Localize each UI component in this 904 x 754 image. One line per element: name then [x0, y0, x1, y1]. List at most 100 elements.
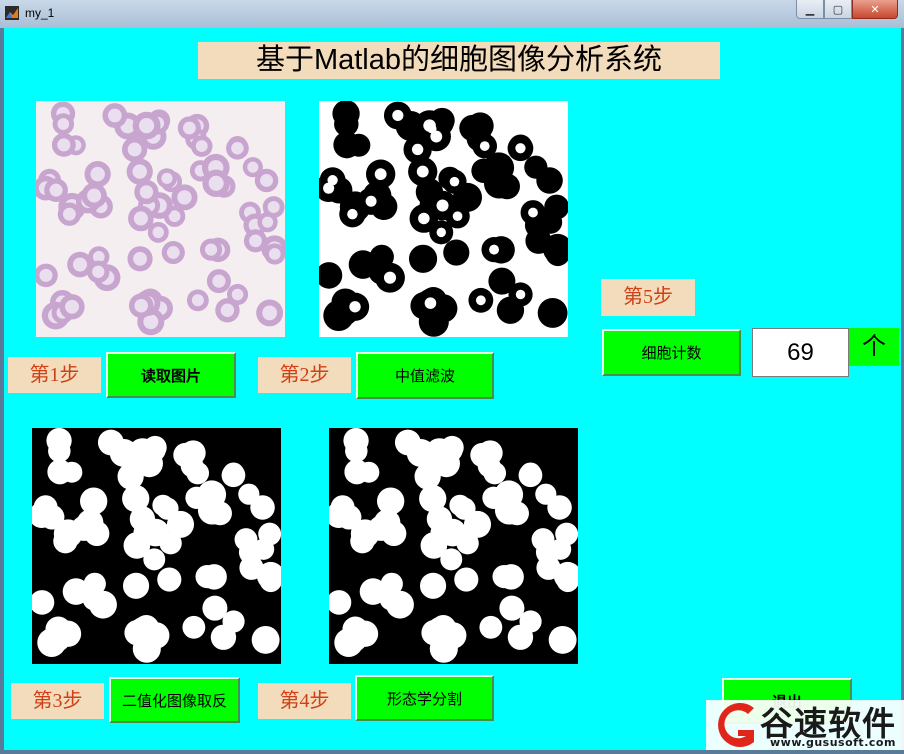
cell-center: [262, 305, 278, 321]
cell-center: [515, 143, 526, 154]
cell-shape: [157, 567, 182, 592]
cell-center: [267, 201, 280, 214]
maximize-button[interactable]: ▢: [824, 0, 852, 19]
step3-label: 第3步: [11, 683, 104, 719]
cell-center: [247, 161, 259, 173]
cell-shape: [48, 439, 71, 463]
cell-center: [161, 172, 173, 184]
cell-shape: [394, 429, 421, 456]
cell-shape: [122, 572, 150, 599]
cell-center: [183, 121, 196, 135]
count-unit-label: 个: [849, 328, 899, 366]
cell-shape: [494, 496, 524, 525]
cell-center: [349, 301, 361, 313]
invert-binary-button[interactable]: 二值化图像取反: [109, 677, 240, 723]
cell-shape: [82, 587, 106, 611]
cell-shape: [524, 155, 548, 179]
cell-shape: [182, 615, 206, 639]
cell-shape: [152, 494, 174, 516]
read-image-button[interactable]: 读取图片: [106, 352, 236, 398]
cell-shape: [379, 587, 403, 611]
cell-shape: [426, 506, 453, 532]
cell-center: [132, 164, 147, 179]
cell-shape: [195, 565, 219, 589]
cell-center: [62, 207, 76, 221]
cell-shape: [345, 439, 368, 463]
cell-center: [411, 143, 424, 156]
cell-center: [127, 142, 142, 157]
cell-shape: [251, 625, 280, 654]
cell-center: [133, 251, 147, 266]
close-button[interactable]: ✕: [852, 0, 898, 19]
cell-count-output: 69: [752, 328, 849, 377]
cell-center: [475, 295, 486, 306]
cell-shape: [32, 590, 55, 615]
cell-shape: [556, 569, 578, 593]
median-filter-button[interactable]: 中值滤波: [356, 352, 494, 399]
cell-center: [449, 176, 460, 187]
cell-shape: [525, 227, 552, 254]
cell-shape: [483, 168, 515, 199]
cell-center: [392, 109, 404, 122]
cell-shape: [438, 166, 462, 190]
cell-center: [212, 274, 226, 288]
morphology-segment-button[interactable]: 形态学分割: [355, 675, 494, 721]
cell-shape: [129, 506, 156, 532]
cell-shape: [39, 504, 65, 530]
cell-center: [57, 138, 71, 152]
cell-shape: [549, 538, 572, 560]
cell-shape: [210, 624, 237, 650]
cell-shape: [221, 463, 246, 488]
cell-center: [515, 289, 526, 300]
cell-center: [57, 118, 70, 130]
cell-center: [416, 165, 429, 178]
cell-shape: [197, 496, 227, 525]
cell-center: [249, 234, 262, 248]
cell-center: [49, 183, 63, 197]
cell-shape: [124, 619, 150, 646]
minimize-button[interactable]: ▁: [796, 0, 824, 19]
cell-shape: [536, 555, 561, 580]
cell-shape: [419, 572, 447, 599]
cell-shape: [496, 296, 525, 324]
cell-center: [383, 271, 397, 284]
cell-shape: [488, 267, 516, 295]
cell-center: [323, 182, 335, 194]
window-title: my_1: [25, 6, 55, 20]
filtered-image: [319, 101, 568, 337]
cell-shape: [408, 244, 438, 273]
window-titlebar[interactable]: my_1 ▁ ▢ ✕: [0, 0, 904, 28]
cell-center: [204, 243, 218, 256]
cell-shape: [128, 438, 157, 467]
cell-shape: [449, 494, 471, 516]
cell-center: [452, 211, 463, 222]
gusu-logo-icon: [718, 703, 754, 747]
cell-shape: [350, 529, 375, 554]
cell-shape: [537, 297, 568, 328]
step2-label: 第2步: [258, 357, 351, 393]
cell-shape: [518, 463, 543, 488]
cell-shape: [97, 429, 124, 456]
cell-center: [108, 108, 122, 123]
cell-shape: [492, 565, 516, 589]
page-title: 基于Matlab的细胞图像分析系统: [198, 42, 720, 79]
cell-center: [479, 141, 490, 151]
original-image: [36, 101, 285, 337]
cell-center: [423, 119, 436, 132]
cell-shape: [420, 532, 448, 559]
cell-shape: [507, 624, 534, 650]
cell-shape: [329, 590, 352, 615]
cell-shape: [186, 461, 210, 485]
cell-shape: [47, 459, 73, 485]
cell-center: [152, 226, 165, 239]
cell-center: [424, 297, 437, 309]
cell-center: [65, 299, 79, 314]
cell-count-button[interactable]: 细胞计数: [602, 329, 741, 376]
cell-shape: [421, 619, 447, 646]
cell-shape: [259, 569, 281, 593]
cell-center: [72, 257, 88, 272]
cell-shape: [414, 463, 441, 490]
cell-center: [374, 168, 387, 181]
cell-shape: [535, 483, 557, 505]
cell-center: [139, 185, 154, 199]
